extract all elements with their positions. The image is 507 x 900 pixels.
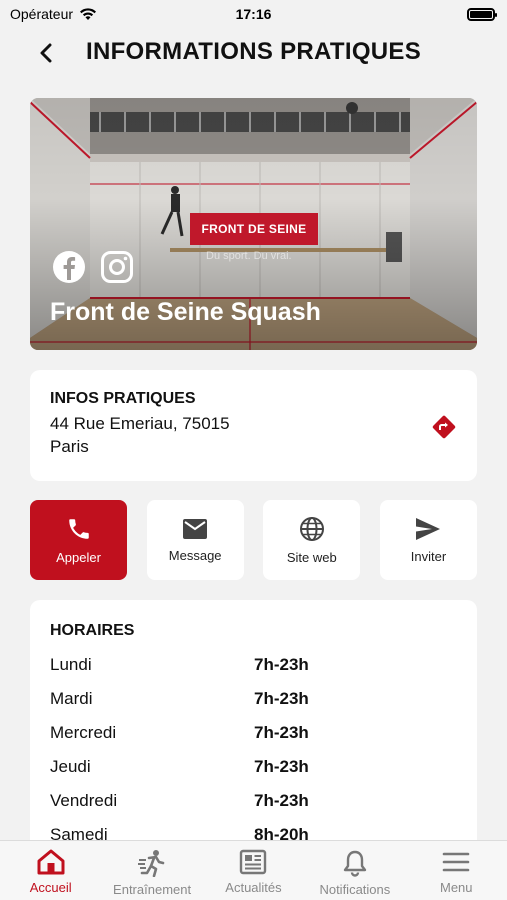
tab-label: Accueil — [29, 880, 72, 895]
club-tagline: Du sport. Du vrai. — [206, 250, 292, 262]
action-buttons: Appeler Message Site web Inviter — [30, 500, 477, 580]
header: INFORMATIONS PRATIQUES — [0, 30, 507, 76]
page-title: INFORMATIONS PRATIQUES — [86, 38, 422, 65]
tab-entrainement[interactable]: Entraînement — [102, 849, 203, 897]
wifi-icon — [80, 8, 97, 20]
message-label: Message — [168, 547, 222, 563]
website-label: Site web — [286, 549, 337, 565]
hours-title: HORAIRES — [50, 622, 135, 639]
hours-time: 7h-23h — [254, 655, 309, 674]
invite-label: Inviter — [410, 548, 447, 564]
directions-button[interactable] — [431, 414, 457, 440]
battery-icon — [467, 7, 497, 21]
club-sign: FRONT DE SEINE — [190, 213, 318, 245]
address-line-1: 44 Rue Emeriau, 75015 — [50, 414, 230, 433]
mail-icon — [183, 518, 208, 539]
call-button[interactable]: Appeler — [30, 500, 127, 580]
call-label: Appeler — [56, 549, 101, 565]
hours-day: Mercredi — [50, 723, 117, 742]
directions-icon — [432, 415, 456, 439]
hours-day: Jeudi — [50, 757, 91, 776]
invite-button[interactable]: Inviter — [379, 500, 477, 580]
menu-icon — [442, 852, 470, 872]
hours-day: Mardi — [50, 689, 93, 708]
tab-notifications[interactable]: Notifications — [304, 849, 405, 897]
tab-bar: Accueil Entraînement Actualités Notifica… — [0, 840, 507, 900]
hours-time: 7h-23h — [254, 689, 309, 708]
status-bar: Opérateur 17:16 — [0, 0, 507, 28]
globe-icon — [299, 516, 324, 541]
running-icon — [138, 850, 165, 877]
facebook-icon — [53, 251, 85, 283]
chevron-left-icon — [40, 43, 52, 63]
address-line-2: Paris — [50, 437, 89, 456]
tab-label: Entraînement — [113, 882, 192, 897]
home-icon — [37, 849, 65, 875]
back-button[interactable] — [30, 38, 62, 68]
hours-day: Lundi — [50, 655, 92, 674]
phone-icon — [68, 518, 89, 539]
hours-row: Lundi 7h-23h — [50, 648, 457, 682]
status-left: Opérateur — [10, 6, 97, 22]
message-button[interactable]: Message — [146, 500, 244, 580]
club-name: Front de Seine Squash — [50, 298, 321, 326]
tab-menu[interactable]: Menu — [406, 849, 507, 895]
hours-row: Mardi 7h-23h — [50, 682, 457, 716]
tab-actualites[interactable]: Actualités — [203, 849, 304, 895]
hours-card: HORAIRES Lundi 7h-23h Mardi 7h-23h Mercr… — [30, 600, 477, 860]
facebook-button[interactable] — [52, 250, 86, 284]
info-card: INFOS PRATIQUES 44 Rue Emeriau, 75015 Pa… — [30, 370, 477, 481]
instagram-icon — [101, 251, 133, 283]
hours-row: Vendredi 7h-23h — [50, 784, 457, 818]
news-icon — [240, 849, 267, 875]
bell-icon — [343, 850, 367, 877]
hours-time: 7h-23h — [254, 791, 309, 810]
info-title: INFOS PRATIQUES — [50, 390, 196, 407]
tab-accueil[interactable]: Accueil — [0, 849, 101, 895]
hours-time: 7h-23h — [254, 757, 309, 776]
hero-image: FRONT DE SEINE Du sport. Du vrai. Front … — [30, 98, 477, 350]
hours-row: Mercredi 7h-23h — [50, 716, 457, 750]
send-icon — [416, 517, 441, 540]
carrier-label: Opérateur — [10, 6, 74, 22]
website-button[interactable]: Site web — [263, 500, 361, 580]
social-links — [52, 250, 134, 284]
instagram-button[interactable] — [100, 250, 134, 284]
hours-time: 7h-23h — [254, 723, 309, 742]
hours-row: Jeudi 7h-23h — [50, 750, 457, 784]
tab-label: Actualités — [225, 880, 282, 895]
tab-label: Notifications — [319, 882, 391, 897]
tab-label: Menu — [439, 880, 473, 895]
hours-day: Vendredi — [50, 791, 118, 810]
